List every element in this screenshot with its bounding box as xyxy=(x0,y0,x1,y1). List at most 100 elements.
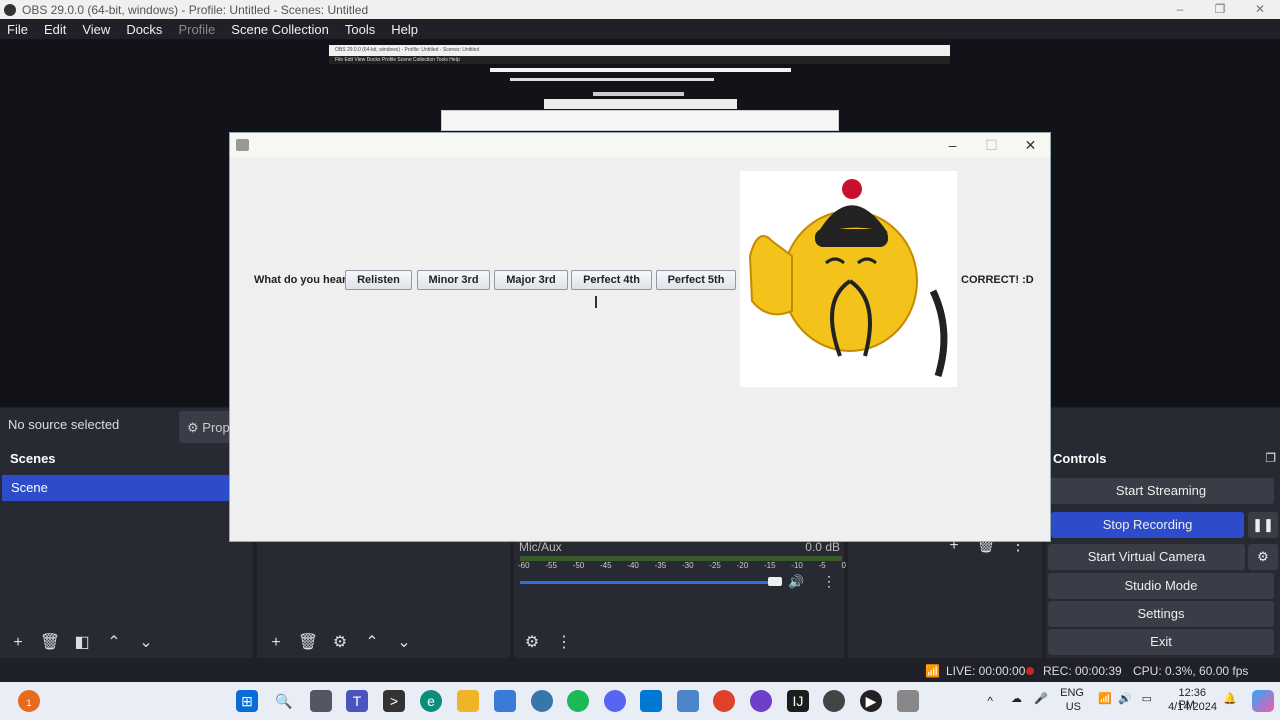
remove-source-button[interactable]: 🗑 xyxy=(296,632,320,654)
terminal-icon[interactable]: > xyxy=(383,690,405,712)
virtual-camera-settings-button[interactable]: ⚙ xyxy=(1248,544,1278,570)
move-scene-up-button[interactable]: ⌃ xyxy=(102,632,126,654)
mic-aux-label: Mic/Aux xyxy=(519,540,562,554)
channel-menu-icon[interactable]: ⋮ xyxy=(822,573,836,590)
nested-preview-3 xyxy=(593,92,684,96)
stop-recording-button[interactable]: Stop Recording xyxy=(1051,512,1244,538)
teams-icon[interactable]: T xyxy=(346,690,368,712)
edge-icon[interactable]: e xyxy=(420,690,442,712)
menu-help[interactable]: Help xyxy=(391,22,418,37)
perfect-5th-button[interactable]: Perfect 5th xyxy=(656,270,736,290)
move-source-up-button[interactable]: ⌃ xyxy=(360,632,384,654)
minimize-button[interactable]: – xyxy=(1160,0,1200,19)
add-scene-button[interactable]: + xyxy=(6,632,30,654)
scene-filters-button[interactable]: ◧ xyxy=(70,632,94,654)
interval-trainer-window: – ☐ ✕ What do you hear? Relisten Minor 3… xyxy=(229,132,1051,542)
nested-preview-2 xyxy=(510,78,714,81)
status-bar: 📶 LIVE: 00:00:00 REC: 00:00:39 CPU: 0.3%… xyxy=(0,658,1280,682)
wifi-icon[interactable]: 📶 xyxy=(1098,692,1112,705)
menu-bar: File Edit View Docks Profile Scene Colle… xyxy=(0,19,1280,39)
teams-tray-icon[interactable]: ☁ xyxy=(1011,692,1022,705)
chrome-icon[interactable] xyxy=(713,690,735,712)
task-view-icon[interactable] xyxy=(310,690,332,712)
scenes-header: Scenes xyxy=(10,451,56,466)
copilot-icon[interactable] xyxy=(1252,690,1274,712)
scale-tick: -10 xyxy=(791,561,803,570)
vscode-icon[interactable] xyxy=(640,690,662,712)
discord-icon[interactable] xyxy=(604,690,626,712)
menu-docks[interactable]: Docks xyxy=(126,22,162,37)
source-settings-button[interactable]: ⚙ xyxy=(328,632,352,654)
studio-mode-button[interactable]: Studio Mode xyxy=(1048,573,1274,599)
file-explorer-icon[interactable] xyxy=(457,690,479,712)
advanced-audio-button[interactable]: ⚙ xyxy=(520,632,544,654)
volume-icon[interactable]: 🔊 xyxy=(1118,692,1132,705)
move-scene-down-button[interactable]: ⌄ xyxy=(134,632,158,654)
language-line2[interactable]: US xyxy=(1066,701,1081,713)
scenes-toolbar: + 🗑 ◧ ⌃ ⌄ xyxy=(6,632,158,654)
maximize-button[interactable]: ❐ xyxy=(1200,0,1240,19)
scale-tick: -20 xyxy=(736,561,749,570)
menu-scene-collection[interactable]: Scene Collection xyxy=(231,22,329,37)
microphone-icon[interactable]: 🎤 xyxy=(1034,692,1048,705)
start-virtual-camera-button[interactable]: Start Virtual Camera xyxy=(1048,544,1245,570)
notification-bell-icon[interactable]: 🔔 xyxy=(1223,692,1237,705)
media-player-icon[interactable]: ▶ xyxy=(860,690,882,712)
app-close-button[interactable]: ✕ xyxy=(1011,133,1050,157)
perfect-4th-button[interactable]: Perfect 4th xyxy=(571,270,652,290)
chevron-up-icon[interactable]: ^ xyxy=(987,694,993,708)
remove-scene-button[interactable]: 🗑 xyxy=(38,632,62,654)
speaker-icon[interactable]: 🔊 xyxy=(788,574,804,590)
spotify-icon[interactable] xyxy=(567,690,589,712)
rec-status: REC: 00:00:39 xyxy=(1043,664,1122,678)
menu-view[interactable]: View xyxy=(82,22,110,37)
store-icon[interactable] xyxy=(494,690,516,712)
battery-icon[interactable]: ▭ xyxy=(1142,692,1152,705)
pause-recording-button[interactable]: ❚❚ xyxy=(1248,512,1278,538)
app-minimize-button[interactable]: – xyxy=(933,133,972,157)
settings-button[interactable]: Settings xyxy=(1048,601,1274,627)
no-source-label: No source selected xyxy=(8,417,120,432)
gear-icon: ⚙ xyxy=(1257,549,1269,564)
start-streaming-button[interactable]: Start Streaming xyxy=(1048,478,1274,504)
python-icon[interactable] xyxy=(531,690,553,712)
menu-profile[interactable]: Profile xyxy=(178,22,215,37)
close-button[interactable]: ✕ xyxy=(1240,0,1280,19)
photos-icon[interactable] xyxy=(677,690,699,712)
notification-badge: 1 xyxy=(26,698,32,708)
volume-slider[interactable] xyxy=(520,581,776,584)
language-line1[interactable]: ENG xyxy=(1060,687,1084,699)
app-maximize-button[interactable]: ☐ xyxy=(972,133,1011,157)
controls-dock: Controls ❐ Start Streaming Stop Recordin… xyxy=(1046,446,1280,658)
scale-tick: 0 xyxy=(841,561,846,570)
scale-tick: -45 xyxy=(599,561,612,570)
volume-slider-handle[interactable] xyxy=(768,577,782,586)
menu-tools[interactable]: Tools xyxy=(345,22,375,37)
java-app-taskbar-icon[interactable] xyxy=(897,690,919,712)
add-source-button[interactable]: + xyxy=(264,632,288,654)
relisten-button[interactable]: Relisten xyxy=(345,270,412,290)
intellij-icon[interactable]: IJ xyxy=(787,690,809,712)
exit-button[interactable]: Exit xyxy=(1048,629,1274,655)
pause-icon: ❚❚ xyxy=(1252,517,1274,532)
menu-edit[interactable]: Edit xyxy=(44,22,66,37)
mixer-menu-button[interactable]: ⋮ xyxy=(552,632,576,654)
undock-icon[interactable]: ❐ xyxy=(1265,451,1276,465)
app-title-bar: – ☐ ✕ xyxy=(230,133,1050,157)
weather-widget-icon[interactable]: 1 xyxy=(18,690,40,712)
nested-preview-1 xyxy=(490,68,791,72)
move-source-down-button[interactable]: ⌄ xyxy=(392,632,416,654)
search-icon[interactable]: 🔍 xyxy=(273,690,295,712)
scenes-dock: Scenes Scene xyxy=(0,446,253,658)
windows-taskbar: 1 ⊞ 🔍 T > e IJ ▶ ^ ☁ 🎤 ENG US 📶 🔊 ▭ 12:3… xyxy=(0,682,1280,720)
github-desktop-icon[interactable] xyxy=(750,690,772,712)
clock-date[interactable]: 4/14/2024 xyxy=(1168,701,1217,713)
scene-item[interactable]: Scene xyxy=(2,475,251,501)
live-status: LIVE: 00:00:00 xyxy=(946,664,1026,678)
start-icon[interactable]: ⊞ xyxy=(236,690,258,712)
major-3rd-button[interactable]: Major 3rd xyxy=(494,270,568,290)
minor-3rd-button[interactable]: Minor 3rd xyxy=(417,270,490,290)
obs-taskbar-icon[interactable] xyxy=(823,690,845,712)
menu-file[interactable]: File xyxy=(7,22,28,37)
scale-tick: -35 xyxy=(654,561,667,570)
